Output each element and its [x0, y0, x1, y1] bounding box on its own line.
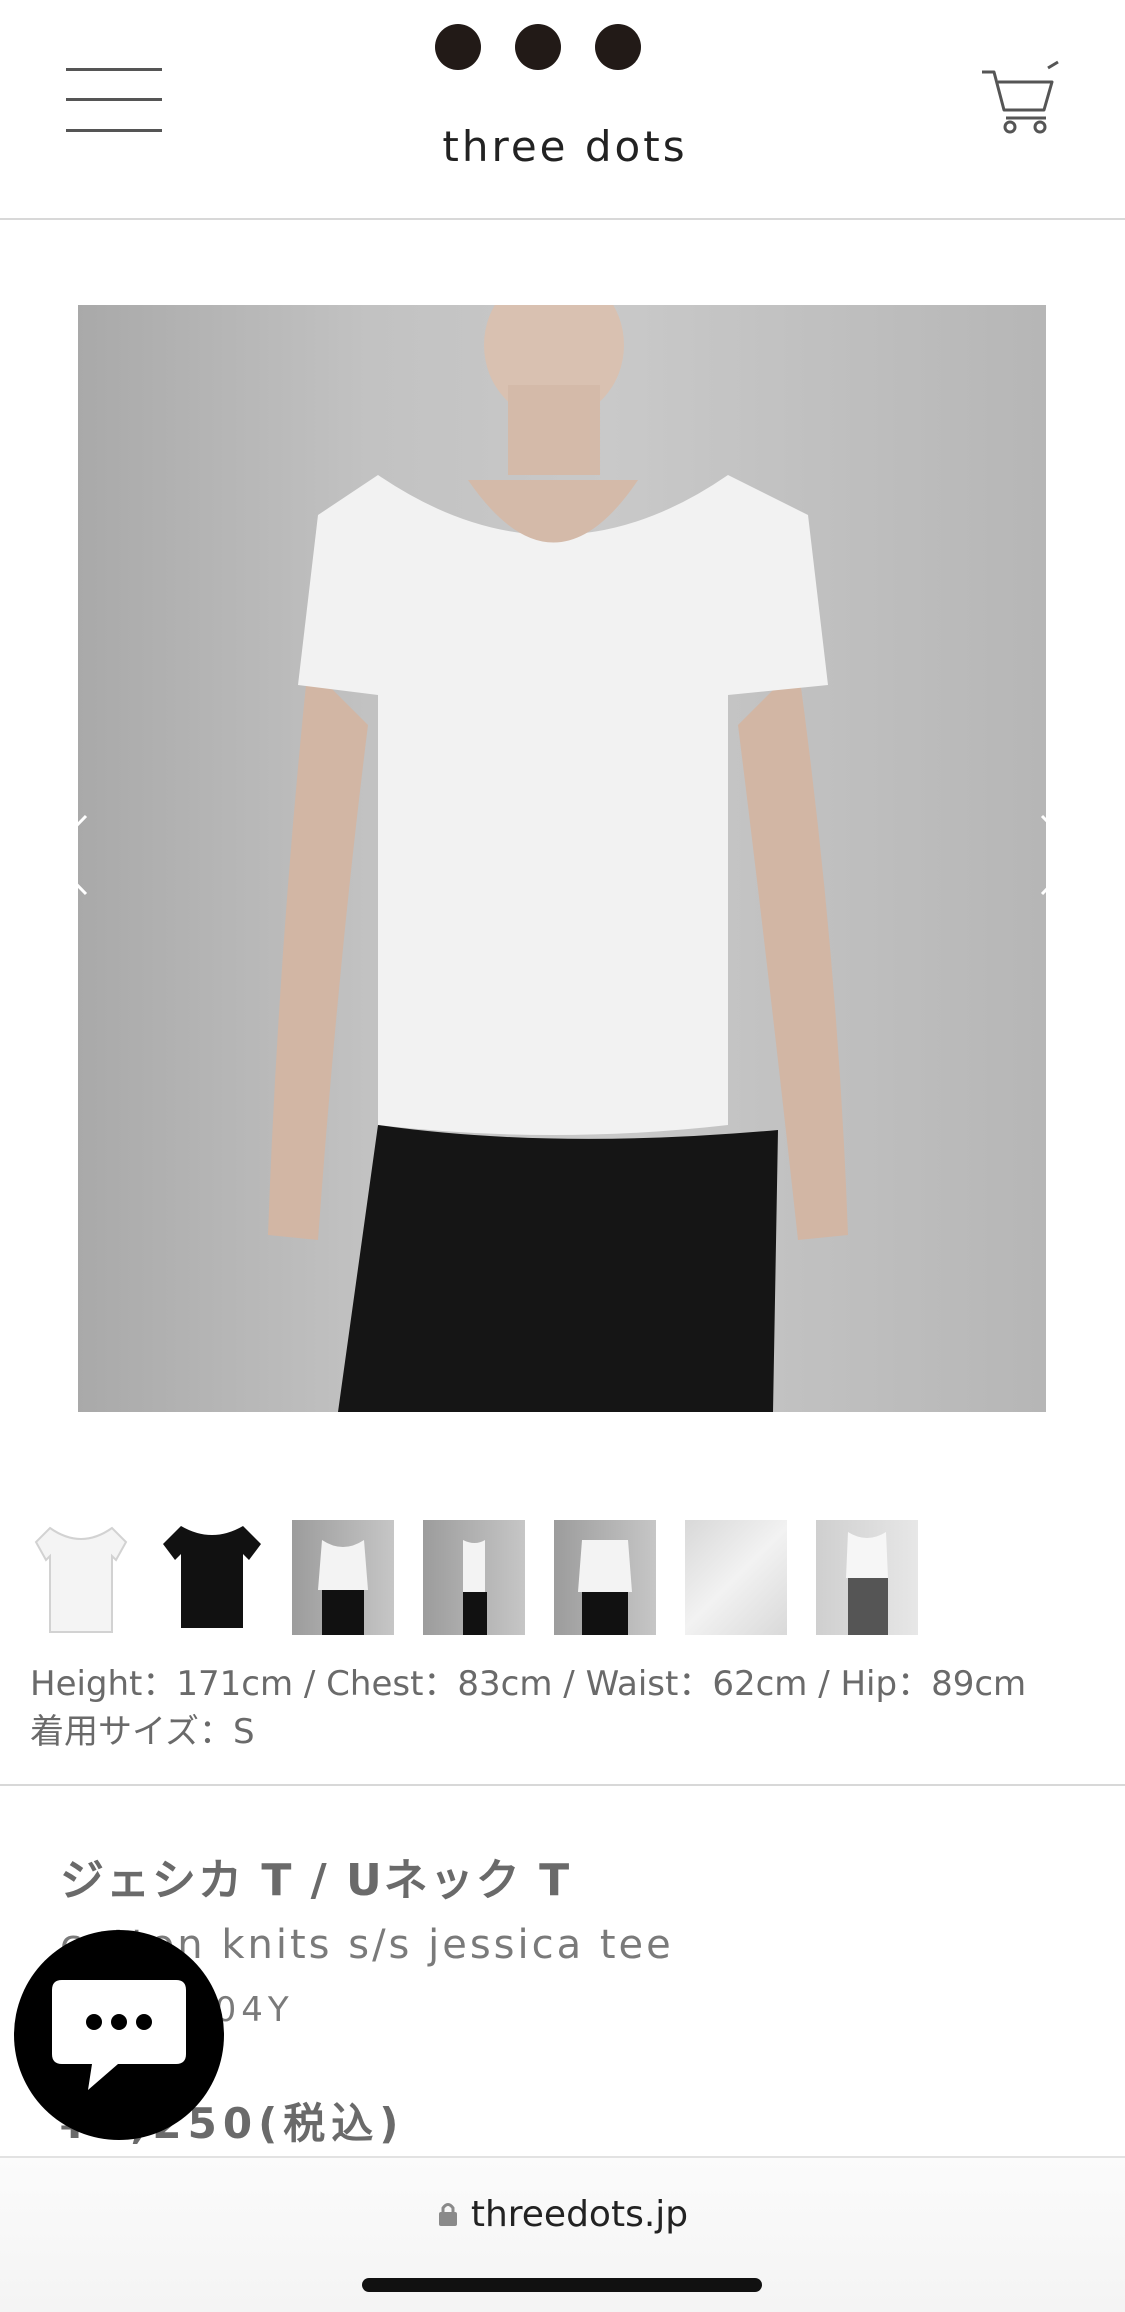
site-header: three dots [0, 0, 1125, 220]
product-name-ja: ジェシカ T / Uネック T [60, 1855, 572, 1906]
main-product-photo[interactable] [78, 305, 1046, 1412]
thumbnail-black-tee[interactable] [161, 1520, 263, 1635]
site-logo[interactable]: three dots [430, 22, 700, 182]
address-bar[interactable]: threedots.jp [0, 2194, 1125, 2237]
chat-button[interactable] [14, 1930, 224, 2140]
thumbnail-strip [30, 1512, 1100, 1637]
logo-dots [435, 24, 695, 74]
thumbnail-fabric-detail[interactable] [685, 1520, 787, 1635]
logo-text: three dots [442, 122, 688, 171]
browser-address-bar: threedots.jp [0, 2156, 1125, 2312]
url-text: threedots.jp [470, 2194, 689, 2235]
thumbnail-back-model[interactable] [554, 1520, 656, 1635]
chevron-left-icon[interactable] [38, 810, 98, 900]
cart-icon[interactable] [980, 60, 1060, 135]
model-info: Height：171cm / Chest：83cm / Waist：62cm /… [30, 1660, 1100, 1756]
thumbnail-front-model[interactable] [292, 1520, 394, 1635]
thumbnail-side-model[interactable] [423, 1520, 525, 1635]
lock-icon [437, 2196, 459, 2237]
home-indicator[interactable] [362, 2278, 762, 2292]
chat-bubble-icon [52, 1980, 186, 2090]
model-size-worn: 着用サイズ：S [30, 1712, 255, 1752]
hamburger-menu-icon[interactable] [66, 68, 162, 134]
thumbnail-model-gray-pants[interactable] [816, 1520, 918, 1635]
product-gallery [0, 220, 1125, 1440]
section-divider [0, 1784, 1125, 1786]
model-measurements: Height：171cm / Chest：83cm / Waist：62cm /… [30, 1664, 1027, 1704]
thumbnail-white-tee[interactable] [30, 1520, 132, 1635]
chevron-right-icon[interactable] [1030, 810, 1090, 900]
